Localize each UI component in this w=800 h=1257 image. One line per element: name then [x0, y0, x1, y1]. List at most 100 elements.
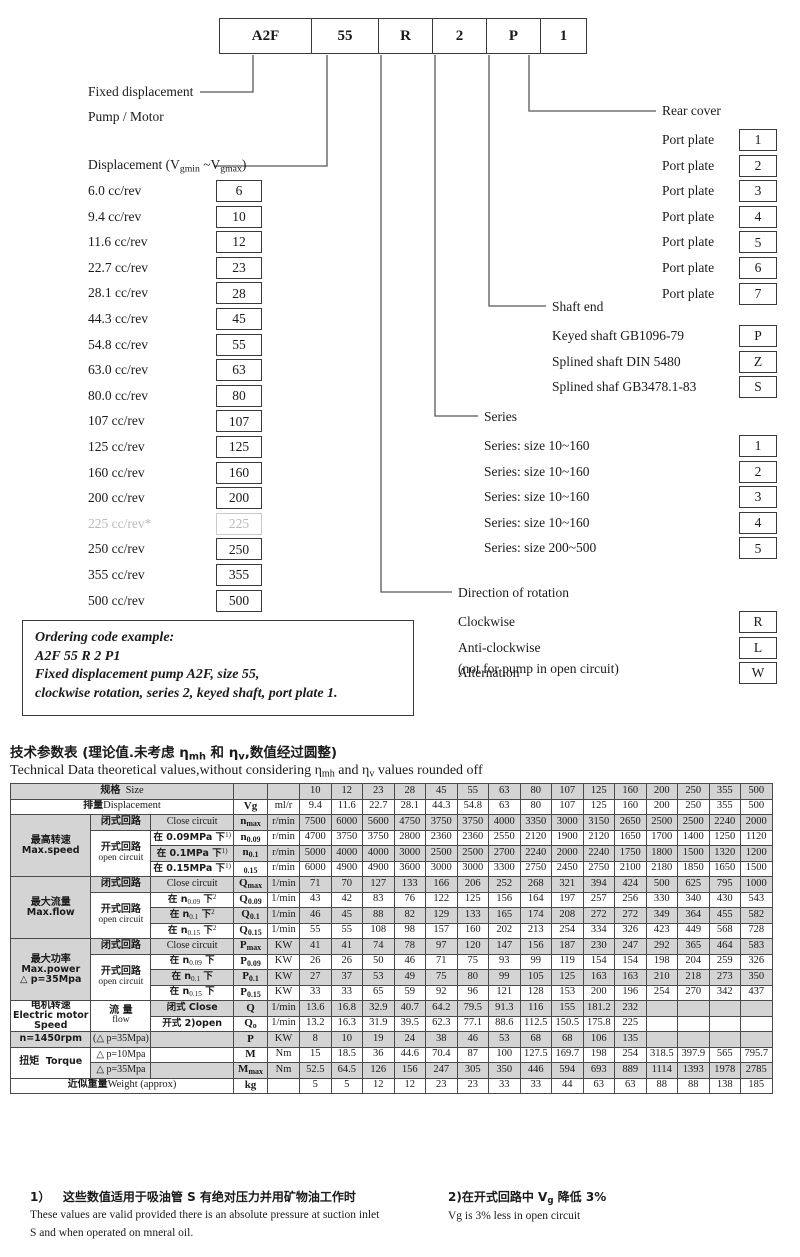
maxpower-2-125: 163	[582, 969, 615, 986]
series-label-1: Series: size 10~160	[484, 438, 590, 453]
weight-500: 185	[740, 1077, 773, 1094]
displacement-label-200: 200 cc/rev	[88, 490, 145, 506]
maxpower-3-125: 200	[582, 984, 615, 1001]
maxspeed-unit-3: r/min	[267, 860, 300, 877]
torque-0-125: 198	[582, 1046, 615, 1063]
weight-160: 63	[614, 1077, 647, 1094]
shaft-end-code-S: S	[739, 376, 777, 399]
table-row-torque-0: 扭矩 Torque △ p=10Mpa M Nm 15 18.5 36 44.6 70.4 87 1…	[9, 1046, 773, 1079]
table-row-maxflow-1: 开式回路 open circuit 在 n0.09 下2 Q0.09 1/min 43 42…	[11, 891, 773, 939]
rear-cover-code-4: 4	[739, 205, 777, 228]
maxpower-3-23: 65	[362, 984, 395, 1001]
motorspeed-1-55: 77.1	[456, 1015, 489, 1032]
motorspeed-0-107: 155	[551, 1000, 584, 1017]
displacement-label-10: 9.4 cc/rev	[88, 208, 142, 224]
displacement-val-55: 54.8	[456, 798, 489, 815]
motorspeed-1-63: 88.6	[488, 1015, 521, 1032]
displacement-val-12: 11.6	[330, 798, 363, 815]
torque-1-45: 247	[425, 1062, 458, 1079]
torque-1-355: 1978	[708, 1062, 741, 1079]
weight-45: 23	[425, 1077, 458, 1094]
tech-data-heading-cn: 技术参数表 (理论值.未考虑 ηmh 和 ηv,数值经过圆整)	[10, 745, 338, 763]
maxspeed-1-500: 1120	[740, 829, 773, 846]
size-col-160: 160	[614, 783, 647, 800]
maxpower-2-28: 49	[393, 969, 426, 986]
rotation-code-R: R	[739, 611, 777, 633]
code-cell-4: P	[486, 18, 540, 54]
maxflow-0-500: 1000	[740, 876, 773, 893]
maxpower-1-80: 99	[519, 953, 552, 970]
displacement-label-250: 250 cc/rev	[88, 541, 145, 557]
maxspeed-1-55: 2360	[456, 829, 489, 846]
motorspeed-0-63: 91.3	[488, 1000, 521, 1017]
maxpower-3-355: 342	[708, 984, 741, 1001]
maxflow-2-107: 208	[551, 907, 584, 924]
maxflow-0-55: 206	[456, 876, 489, 893]
weight-10: 5	[299, 1077, 332, 1094]
row-label-size: 规格 Size	[10, 783, 234, 800]
torque-cond-0: △ p=10Mpa	[90, 1046, 152, 1063]
table-row-size: 规格 Size 10 12 23 28 45 55 63 80 107 125 160 200 250 35…	[10, 783, 773, 800]
torque-1-80: 446	[519, 1062, 552, 1079]
rear-cover-label-6: Port plate	[662, 260, 715, 275]
table-row-torque-1: △ p=35Mpa Mmax Nm 52.5 64.5 126 156 247 305 350 44…	[11, 1062, 773, 1079]
maxpower-3-200: 254	[645, 984, 678, 1001]
maxflow-3-160: 326	[614, 922, 647, 939]
weight-12: 5	[330, 1077, 363, 1094]
displacement-label-225: 225 cc/rev*	[88, 515, 152, 531]
weight-355: 138	[708, 1077, 741, 1094]
maxflow-cond-2: 在 n0.1 下2	[150, 907, 234, 924]
maxpower-2-200: 210	[645, 969, 678, 986]
rpm-63: 53	[488, 1031, 521, 1048]
maxspeed-1-63: 2550	[488, 829, 521, 846]
series-code-2: 2	[739, 460, 777, 483]
maxspeed-1-250: 1400	[677, 829, 710, 846]
maxspeed-unit-1: r/min	[267, 829, 300, 846]
motorspeed-0-80: 116	[519, 1000, 552, 1017]
ordering-line-3: Fixed displacement pump A2F, size 55,	[35, 667, 260, 683]
displacement-val-63: 63	[488, 798, 521, 815]
maxspeed-close-cn: 闭式回路	[90, 814, 152, 831]
rear-cover-label-5: Port plate	[662, 234, 715, 250]
torque-0-63: 100	[488, 1046, 521, 1063]
maxpower-2-250: 218	[677, 969, 710, 986]
ordering-code-example-box: Ordering code example: A2F 55 R 2 P1 Fix…	[22, 620, 414, 716]
motorspeed-sym-0: Q	[233, 1000, 268, 1017]
rpm-28: 24	[393, 1031, 426, 1048]
maxspeed-0-23: 5600	[362, 814, 395, 831]
maxflow-1-80: 164	[519, 891, 552, 908]
rpm-200	[645, 1031, 678, 1048]
motorspeed-1-28: 39.5	[393, 1015, 426, 1032]
weight-23: 12	[362, 1077, 395, 1094]
displacement-label-500: 500 cc/rev	[88, 592, 145, 608]
maxspeed-2-500: 1200	[740, 845, 773, 862]
maxpower-0-107: 187	[551, 938, 584, 955]
maxpower-3-45: 92	[425, 984, 458, 1001]
tech-data-heading-en: Technical Data theoretical values,withou…	[10, 763, 483, 780]
maxflow-0-10: 71	[299, 876, 332, 893]
weight-80: 33	[519, 1077, 552, 1094]
torque-unit-1: Nm	[267, 1062, 300, 1079]
motorspeed-0-250	[677, 1000, 710, 1017]
maxflow-2-10: 46	[299, 907, 332, 924]
size-col-500: 500	[740, 783, 773, 800]
maxflow-1-160: 256	[614, 891, 647, 908]
displacement-code-63: 63	[216, 359, 262, 382]
code-cell-2: R	[378, 18, 432, 54]
maxspeed-3-160: 2100	[614, 860, 647, 877]
maxpower-0-200: 292	[645, 938, 678, 955]
maxspeed-1-355: 1250	[708, 829, 741, 846]
maxflow-3-200: 423	[645, 922, 678, 939]
maxspeed-2-12: 4000	[330, 845, 363, 862]
displacement-code-10: 10	[216, 205, 262, 228]
displacement-code-500: 500	[216, 589, 262, 612]
maxflow-sym-3: Q0.15	[233, 922, 268, 939]
maxpower-1-200: 198	[645, 953, 678, 970]
displacement-label-6: 6.0 cc/rev	[88, 183, 142, 198]
maxflow-1-23: 83	[362, 891, 395, 908]
displacement-sym: Vg	[233, 798, 268, 815]
maxspeed-2-55: 2500	[456, 845, 489, 862]
maxpower-0-250: 365	[677, 938, 710, 955]
maxpower-3-12: 33	[330, 984, 363, 1001]
rpm-80: 68	[519, 1031, 552, 1048]
